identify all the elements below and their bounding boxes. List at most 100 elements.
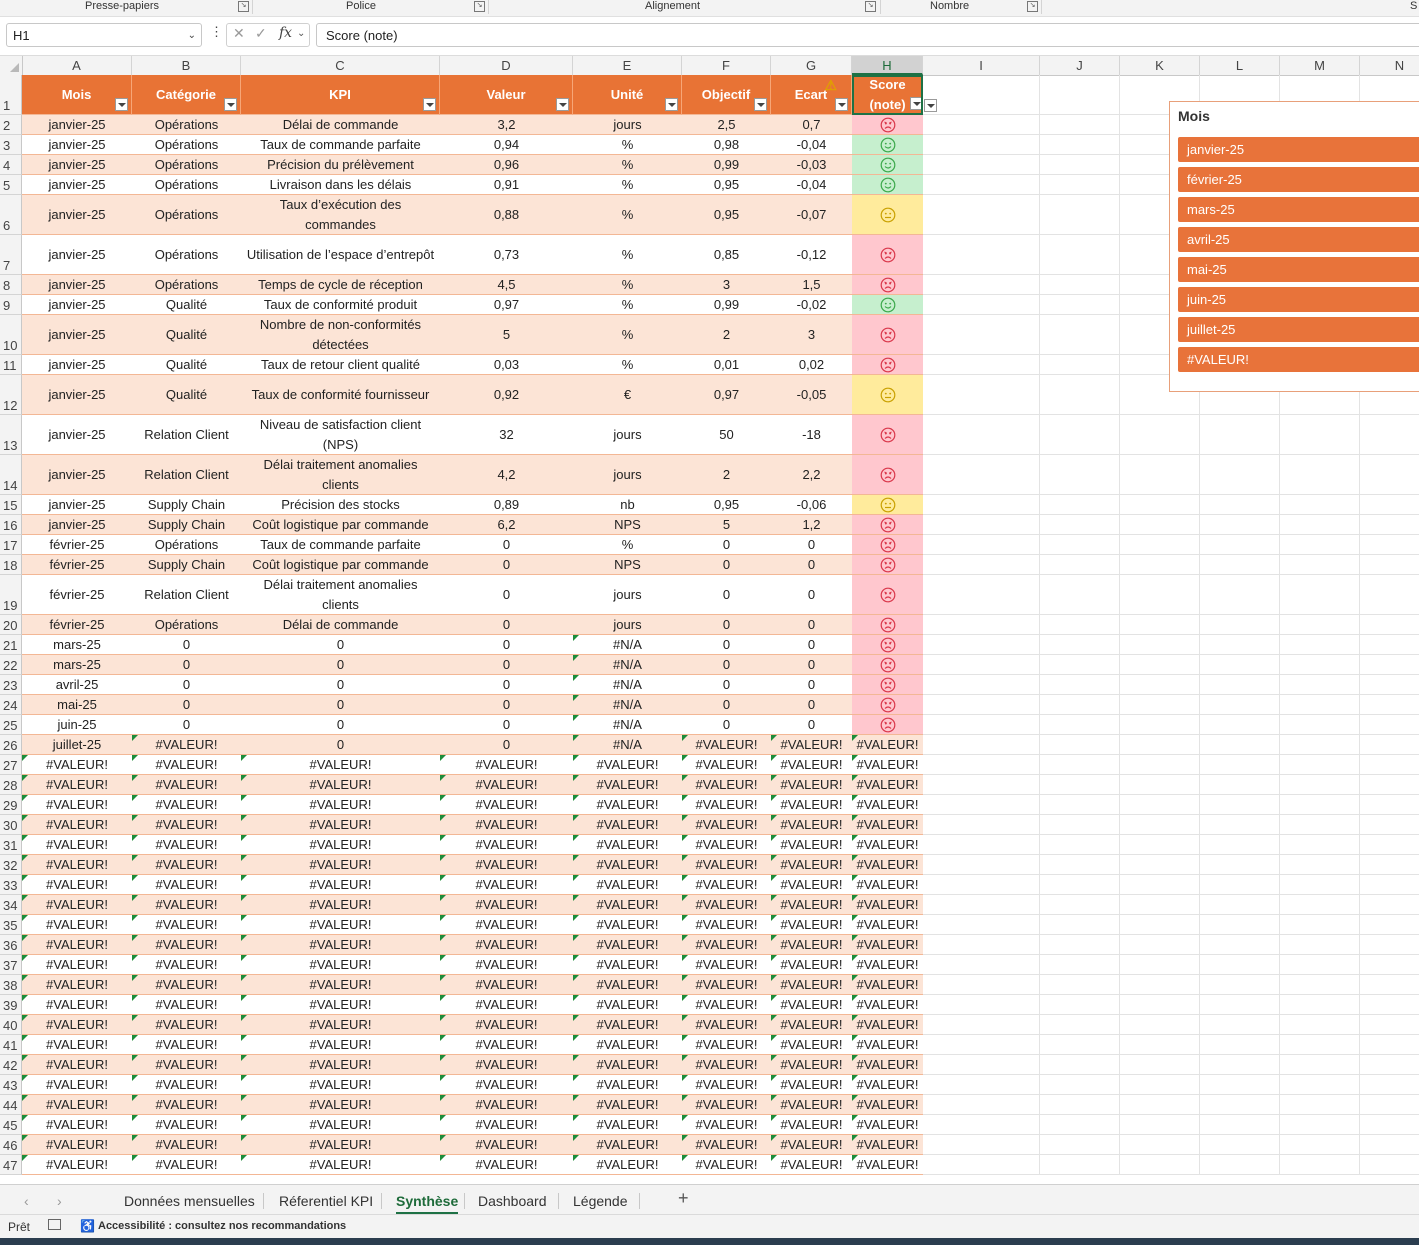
empty-cell[interactable] xyxy=(1120,455,1200,495)
row-header[interactable]: 14 xyxy=(0,455,22,495)
empty-cell[interactable] xyxy=(1280,895,1360,915)
cell-ecart[interactable]: #VALEUR! xyxy=(771,815,852,835)
cell-categorie[interactable]: 0 xyxy=(132,635,241,655)
cell-unite[interactable]: jours xyxy=(573,615,682,635)
tab-referentiel-kpi[interactable]: Réferentiel KPI xyxy=(279,1191,373,1211)
empty-cell[interactable] xyxy=(1040,835,1120,855)
cell-categorie[interactable]: #VALEUR! xyxy=(132,1055,241,1075)
cell-kpi[interactable]: Précision des stocks xyxy=(241,495,440,515)
header-objectif[interactable]: Objectif xyxy=(682,75,771,115)
cell-categorie[interactable]: #VALEUR! xyxy=(132,1135,241,1155)
cell-unite[interactable]: #N/A xyxy=(573,675,682,695)
cell-categorie[interactable]: Qualité xyxy=(132,295,241,315)
cell-categorie[interactable]: Supply Chain xyxy=(132,495,241,515)
row-header[interactable]: 17 xyxy=(0,535,22,555)
row-header[interactable]: 19 xyxy=(0,575,22,615)
cell-ecart[interactable]: #VALEUR! xyxy=(771,975,852,995)
cell-kpi[interactable]: #VALEUR! xyxy=(241,815,440,835)
empty-cell[interactable] xyxy=(1200,995,1280,1015)
empty-cell[interactable] xyxy=(1280,535,1360,555)
cell-categorie[interactable]: 0 xyxy=(132,655,241,675)
cell-score[interactable] xyxy=(852,455,923,495)
column-header-h[interactable]: H xyxy=(852,56,923,75)
column-header-c[interactable]: C xyxy=(241,56,440,75)
empty-cell[interactable] xyxy=(1360,835,1419,855)
cell-ecart[interactable]: 0,02 xyxy=(771,355,852,375)
cell-objectif[interactable]: 0,99 xyxy=(682,155,771,175)
cell-ecart[interactable]: 0 xyxy=(771,715,852,735)
empty-cell[interactable] xyxy=(1120,1075,1200,1095)
cell-score[interactable]: #VALEUR! xyxy=(852,1035,923,1055)
filter-dropdown-icon[interactable] xyxy=(115,98,128,111)
empty-cell[interactable] xyxy=(1360,515,1419,535)
empty-cell[interactable] xyxy=(1200,1055,1280,1075)
empty-cell[interactable] xyxy=(1200,755,1280,775)
empty-cell[interactable] xyxy=(1280,1135,1360,1155)
cell-unite[interactable]: #VALEUR! xyxy=(573,895,682,915)
cell-unite[interactable]: #VALEUR! xyxy=(573,755,682,775)
cell-unite[interactable]: #N/A xyxy=(573,655,682,675)
empty-cell[interactable] xyxy=(1200,1135,1280,1155)
cell-kpi[interactable]: Coût logistique par commande xyxy=(241,515,440,535)
empty-cell[interactable] xyxy=(1040,575,1120,615)
cell-valeur[interactable]: 0 xyxy=(440,615,573,635)
cell-mois[interactable]: janvier-25 xyxy=(22,175,132,195)
cell-objectif[interactable]: #VALEUR! xyxy=(682,775,771,795)
empty-cell[interactable] xyxy=(1280,855,1360,875)
empty-cell[interactable] xyxy=(1120,835,1200,855)
cell-categorie[interactable]: Opérations xyxy=(132,155,241,175)
cell-unite[interactable]: jours xyxy=(573,415,682,455)
empty-cell[interactable] xyxy=(923,655,1040,675)
cell-kpi[interactable]: Utilisation de l’espace d’entrepôt xyxy=(241,235,440,275)
cell-objectif[interactable]: 0,95 xyxy=(682,175,771,195)
row-header[interactable]: 3 xyxy=(0,135,22,155)
row-header[interactable]: 5 xyxy=(0,175,22,195)
empty-cell[interactable] xyxy=(1040,1015,1120,1035)
cell-score[interactable]: #VALEUR! xyxy=(852,1135,923,1155)
cell-mois[interactable]: #VALEUR! xyxy=(22,835,132,855)
empty-cell[interactable] xyxy=(1040,875,1120,895)
cell-unite[interactable]: #VALEUR! xyxy=(573,955,682,975)
empty-cell[interactable] xyxy=(1040,355,1120,375)
empty-cell[interactable] xyxy=(923,1135,1040,1155)
empty-cell[interactable] xyxy=(1040,175,1120,195)
cell-mois[interactable]: #VALEUR! xyxy=(22,1075,132,1095)
cell-valeur[interactable]: #VALEUR! xyxy=(440,915,573,935)
empty-cell[interactable] xyxy=(1280,675,1360,695)
empty-cell[interactable] xyxy=(923,775,1040,795)
cell-unite[interactable]: #N/A xyxy=(573,635,682,655)
cell-categorie[interactable]: Supply Chain xyxy=(132,515,241,535)
column-header-i[interactable]: I xyxy=(923,56,1040,75)
empty-cell[interactable] xyxy=(1120,915,1200,935)
cell-objectif[interactable]: #VALEUR! xyxy=(682,855,771,875)
empty-cell[interactable] xyxy=(923,415,1040,455)
empty-cell[interactable] xyxy=(1040,1035,1120,1055)
empty-cell[interactable] xyxy=(1200,775,1280,795)
column-header-j[interactable]: J xyxy=(1040,56,1120,75)
empty-cell[interactable] xyxy=(1360,875,1419,895)
chevron-down-icon[interactable]: ⌄ xyxy=(297,28,305,39)
empty-cell[interactable] xyxy=(923,755,1040,775)
cell-categorie[interactable]: 0 xyxy=(132,715,241,735)
empty-cell[interactable] xyxy=(1040,155,1120,175)
cell-mois[interactable]: janvier-25 xyxy=(22,495,132,515)
empty-cell[interactable] xyxy=(1360,815,1419,835)
formula-input[interactable]: Score (note) xyxy=(316,23,1419,47)
cell-valeur[interactable]: 0,97 xyxy=(440,295,573,315)
cell-categorie[interactable]: Opérations xyxy=(132,135,241,155)
cell-mois[interactable]: #VALEUR! xyxy=(22,955,132,975)
empty-cell[interactable] xyxy=(1280,835,1360,855)
cell-mois[interactable]: #VALEUR! xyxy=(22,1155,132,1175)
empty-cell[interactable] xyxy=(1200,855,1280,875)
empty-cell[interactable] xyxy=(1280,635,1360,655)
cell-score[interactable]: #VALEUR! xyxy=(852,955,923,975)
cell-score[interactable]: #VALEUR! xyxy=(852,1095,923,1115)
cell-valeur[interactable]: #VALEUR! xyxy=(440,1135,573,1155)
cell-score[interactable]: #VALEUR! xyxy=(852,935,923,955)
cell-objectif[interactable]: #VALEUR! xyxy=(682,875,771,895)
cell-objectif[interactable]: #VALEUR! xyxy=(682,795,771,815)
cell-kpi[interactable]: #VALEUR! xyxy=(241,995,440,1015)
empty-cell[interactable] xyxy=(1360,795,1419,815)
cell-ecart[interactable]: #VALEUR! xyxy=(771,755,852,775)
cell-objectif[interactable]: 50 xyxy=(682,415,771,455)
